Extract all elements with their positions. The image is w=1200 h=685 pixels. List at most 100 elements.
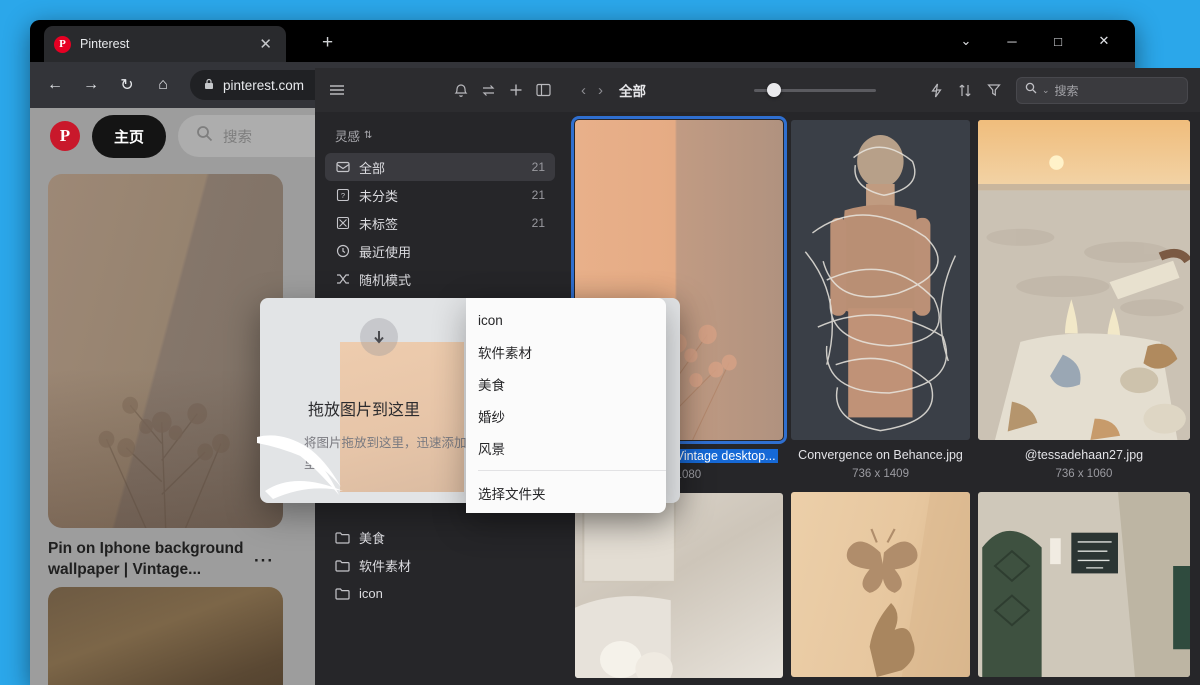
sidebar-item-label: 最近使用 bbox=[359, 244, 412, 260]
thumbnail-dimensions: 736 x 1409 bbox=[852, 467, 909, 480]
uncategorized-icon: ? bbox=[335, 188, 350, 203]
sidebar-item-recent[interactable]: 最近使用 bbox=[325, 237, 555, 265]
sofa-photo bbox=[575, 499, 676, 678]
eagle-toolbar: ‹ › 全部 ⌄ 搜索 bbox=[315, 68, 1200, 112]
thumbnail-image[interactable] bbox=[791, 120, 970, 440]
grid-column: Convergence on Behance.jpg 736 x 1409 bbox=[791, 120, 970, 678]
search-icon bbox=[1025, 81, 1037, 99]
green-door-photo bbox=[977, 491, 1190, 677]
breadcrumb: 全部 bbox=[619, 84, 646, 99]
menu-item-food[interactable]: 美食 bbox=[466, 368, 666, 400]
eagle-search-placeholder: 搜索 bbox=[1054, 83, 1079, 98]
thumbnail-image[interactable] bbox=[977, 491, 1190, 677]
browser-tab-strip: P Pinterest ✕ + ⌄ ─ □ ✕ bbox=[30, 20, 1135, 62]
search-icon bbox=[196, 125, 213, 147]
sidebar-folder-label: 美食 bbox=[359, 530, 386, 546]
folder-select-menu[interactable]: icon 软件素材 美食 婚纱 风景 选择文件夹 bbox=[466, 298, 666, 513]
pin-image[interactable] bbox=[48, 586, 283, 685]
sidebar-item-untagged[interactable]: 未标签 21 bbox=[325, 209, 555, 237]
eagle-right-tools: ⌄ 搜索 bbox=[930, 76, 1188, 104]
grid-item[interactable]: @tessadehaan27.jpg 736 x 1060 bbox=[977, 120, 1190, 480]
sidebar-folder-label: 软件素材 bbox=[359, 558, 412, 574]
pinterest-icon: P bbox=[54, 35, 71, 53]
menu-item-icon[interactable]: icon bbox=[466, 304, 666, 336]
thumbnail-name: Convergence on Behance.jpg bbox=[798, 448, 963, 462]
menu-divider bbox=[478, 470, 666, 471]
untagged-icon bbox=[335, 216, 350, 231]
close-icon[interactable]: ✕ bbox=[255, 35, 276, 54]
close-icon[interactable]: ✕ bbox=[1081, 20, 1127, 62]
sidebar-section-label: 灵感 bbox=[335, 130, 361, 144]
thumbnail-caption: @tessadehaan27.jpg 736 x 1060 bbox=[978, 447, 1190, 480]
hamburger-icon[interactable] bbox=[329, 84, 345, 96]
eagle-content-toolbar: ‹ › 全部 ⌄ 搜索 bbox=[565, 68, 1200, 112]
sync-icon[interactable] bbox=[481, 84, 496, 97]
sidebar-item-count: 21 bbox=[531, 160, 545, 174]
sidebar-item-random[interactable]: 随机模式 bbox=[325, 265, 555, 293]
thumbnail-image[interactable] bbox=[977, 120, 1190, 440]
new-tab-button[interactable]: + bbox=[322, 33, 333, 52]
shuffle-icon bbox=[335, 272, 350, 287]
panel-toggle-icon[interactable] bbox=[536, 83, 551, 97]
browser-tab-pinterest[interactable]: P Pinterest ✕ bbox=[44, 26, 286, 62]
window-controls: ⌄ ─ □ ✕ bbox=[943, 20, 1127, 62]
filter-icon[interactable] bbox=[987, 83, 1001, 97]
pin-more-button[interactable]: ··· bbox=[42, 551, 274, 571]
reload-button[interactable]: ↻ bbox=[112, 70, 142, 100]
sidebar-item-label: 随机模式 bbox=[359, 272, 412, 288]
home-button[interactable]: ⌂ bbox=[148, 70, 178, 100]
eagle-sidebar-toolbar bbox=[315, 68, 565, 112]
grid-item[interactable]: Convergence on Behance.jpg 736 x 1409 bbox=[791, 120, 970, 480]
sidebar-item-all[interactable]: 全部 21 bbox=[325, 153, 555, 181]
menu-item-choose-folder[interactable]: 选择文件夹 bbox=[466, 477, 666, 509]
lightning-icon[interactable] bbox=[930, 83, 943, 98]
thumbnail-image[interactable] bbox=[575, 493, 784, 678]
sidebar-section-header[interactable]: 灵感 ⇅ bbox=[315, 120, 565, 153]
maximize-icon[interactable]: □ bbox=[1035, 20, 1081, 62]
pin-card[interactable]: Pin on Iphone background wallpaper | Vin… bbox=[48, 174, 283, 578]
nav-forward-button[interactable]: › bbox=[598, 82, 603, 99]
svg-text:?: ? bbox=[340, 191, 344, 200]
chevron-updown-icon[interactable]: ⇅ bbox=[364, 130, 372, 141]
sidebar-folder-food[interactable]: 美食 bbox=[325, 523, 555, 551]
bell-icon[interactable] bbox=[454, 83, 468, 98]
sort-icon[interactable] bbox=[958, 83, 972, 98]
lock-icon bbox=[204, 78, 214, 93]
nav-back-button[interactable]: ‹ bbox=[581, 82, 586, 99]
pin-card[interactable] bbox=[48, 586, 283, 685]
forward-button[interactable]: → bbox=[76, 70, 106, 100]
sidebar-item-label: 未分类 bbox=[359, 188, 399, 204]
sidebar-folder-software[interactable]: 软件素材 bbox=[325, 551, 555, 579]
chevron-down-icon[interactable]: ⌄ bbox=[1042, 85, 1050, 96]
butterfly-shadow-photo bbox=[846, 491, 970, 677]
menu-item-wedding[interactable]: 婚纱 bbox=[466, 400, 666, 432]
zoom-slider[interactable] bbox=[754, 80, 876, 100]
drop-overlay-title: 拖放图片到这里 bbox=[308, 402, 421, 419]
menu-item-landscape[interactable]: 风景 bbox=[466, 432, 666, 464]
add-icon[interactable] bbox=[509, 83, 523, 97]
thumbnail-image[interactable] bbox=[791, 491, 970, 677]
back-button[interactable]: ← bbox=[40, 70, 70, 100]
dried-flowers-decoration bbox=[98, 396, 230, 528]
address-bar-url: pinterest.com bbox=[223, 77, 305, 93]
eagle-search-input[interactable]: ⌄ 搜索 bbox=[1016, 76, 1188, 104]
minimize-icon[interactable]: ─ bbox=[989, 20, 1035, 62]
menu-item-software[interactable]: 软件素材 bbox=[466, 336, 666, 368]
tab-title: Pinterest bbox=[80, 37, 130, 51]
sidebar-folder-label: icon bbox=[359, 585, 383, 601]
folder-icon bbox=[335, 558, 350, 573]
thumbnail-dimensions: 736 x 1060 bbox=[1055, 467, 1113, 480]
thumbnail-name: @tessadehaan27.jpg bbox=[1024, 448, 1144, 462]
folder-icon bbox=[335, 530, 350, 545]
sidebar-item-label: 未标签 bbox=[359, 216, 399, 232]
zoom-slider-handle[interactable] bbox=[767, 83, 781, 97]
sidebar-item-uncategorized[interactable]: ? 未分类 21 bbox=[325, 181, 555, 209]
pinterest-home-button[interactable]: 主页 bbox=[92, 114, 167, 158]
grid-column: @tessadehaan27.jpg 736 x 1060 bbox=[977, 120, 1190, 678]
chevron-down-icon[interactable]: ⌄ bbox=[943, 20, 989, 62]
sidebar-folder-icon[interactable]: icon bbox=[325, 579, 555, 607]
pin-image[interactable] bbox=[48, 174, 283, 528]
pinterest-logo-icon[interactable]: P bbox=[50, 121, 80, 151]
convergence-artwork-photo bbox=[804, 135, 957, 432]
thumbnail-caption: Convergence on Behance.jpg 736 x 1409 bbox=[791, 447, 970, 480]
